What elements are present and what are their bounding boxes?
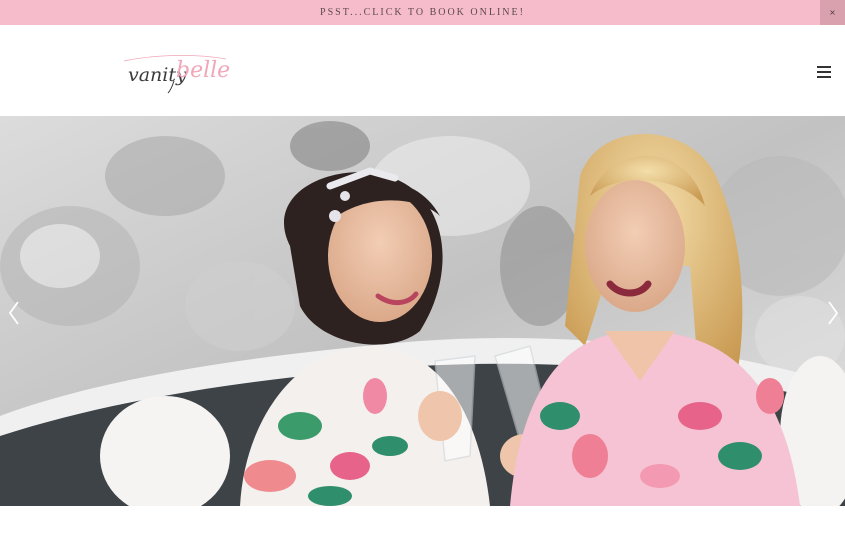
page-content-area <box>0 506 845 559</box>
logo-secondary: belle <box>176 58 230 83</box>
close-announcement-button[interactable]: × <box>820 0 845 25</box>
hero-slider <box>0 116 845 506</box>
hero-photo <box>0 116 845 506</box>
announcement-bar[interactable]: PSST...CLICK TO BOOK ONLINE! × <box>0 0 845 25</box>
book-online-link[interactable]: PSST...CLICK TO BOOK ONLINE! <box>320 7 525 18</box>
site-logo[interactable]: vanity belle <box>122 47 232 97</box>
hamburger-menu-icon[interactable] <box>816 63 834 79</box>
chevron-left-icon[interactable] <box>4 298 24 328</box>
site-header: vanity belle <box>0 25 845 116</box>
chevron-right-icon[interactable] <box>823 298 843 328</box>
close-icon: × <box>829 8 836 17</box>
